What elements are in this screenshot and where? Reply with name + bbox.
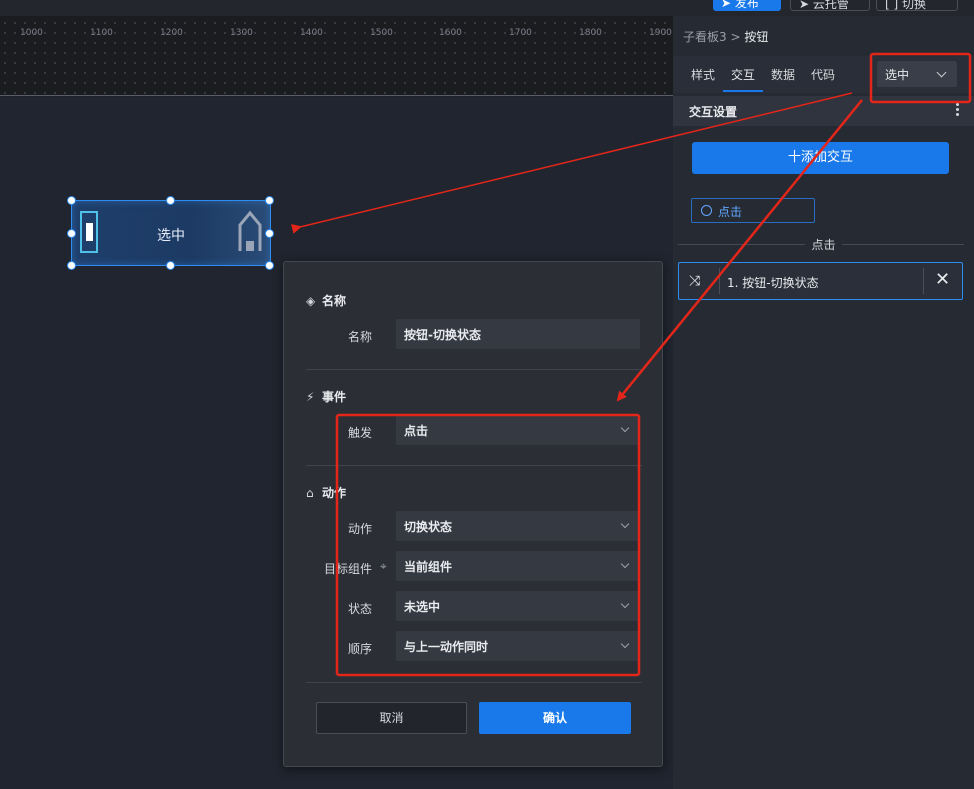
trigger-select[interactable]: 点击 <box>396 415 640 445</box>
resize-handle[interactable] <box>265 196 274 205</box>
section-title: 交互设置 <box>689 105 738 119</box>
state-label: 状态 <box>347 602 372 616</box>
tab-code[interactable]: 代码 <box>811 66 835 83</box>
target-value: 当前组件 <box>404 560 453 574</box>
divider <box>306 682 642 683</box>
add-interaction-button[interactable]: 十添加交互 <box>692 142 949 174</box>
ruler-tick: 1400 <box>300 28 323 38</box>
order-select[interactable]: 与上一动作同时 <box>396 631 640 661</box>
shuffle-icon: ⤨ <box>689 273 701 289</box>
resize-handle[interactable] <box>166 261 175 270</box>
cancel-button[interactable]: 取消 <box>316 702 467 734</box>
switch-label: 切换 <box>902 0 927 11</box>
resize-handle[interactable] <box>265 229 274 238</box>
resize-handle[interactable] <box>67 196 76 205</box>
action-icon: ⌂ <box>306 486 314 500</box>
resize-handle[interactable] <box>265 261 274 270</box>
frame-icon: [ ] <box>885 0 902 11</box>
publish-label: 发布 <box>734 0 759 10</box>
panel-tabs: 样式 交互 数据 代码 选中 <box>673 56 974 93</box>
resize-handle[interactable] <box>67 229 76 238</box>
section-name-header: ◈ 名称 <box>306 292 346 309</box>
click-icon <box>701 205 712 216</box>
breadcrumb-parent[interactable]: 子看板3 <box>683 30 727 44</box>
target-label-text: 目标组件 <box>323 562 372 576</box>
switch-button[interactable]: [ ] 切换 <box>876 0 958 11</box>
name-input[interactable]: 按钮-切换状态 <box>396 319 640 349</box>
breadcrumb-separator: > <box>730 30 741 44</box>
action-select[interactable]: 切换状态 <box>396 511 640 541</box>
breadcrumb-current: 按钮 <box>744 30 769 44</box>
state-select[interactable]: 选中 <box>877 61 957 87</box>
active-tab-indicator <box>723 90 763 92</box>
ruler-tick: 1500 <box>370 28 393 38</box>
action-value: 切换状态 <box>404 520 453 534</box>
interaction-dialog: ◈ 名称 名称 按钮-切换状态 ⚡ 事件 触发 点击 ⌂ 动作 动作 切换状态 目标组… <box>283 261 663 767</box>
divider <box>306 369 642 370</box>
horizontal-ruler: 1000 1100 1200 1300 1400 1500 1600 1700 … <box>0 16 673 96</box>
properties-panel: 子看板3 > 按钮 样式 交互 数据 代码 选中 交互设置 十添加交互 点击 点… <box>673 16 974 789</box>
trigger-label: 触发 <box>347 426 372 440</box>
publish-icon: ➤ <box>721 0 735 10</box>
chevron-down-icon <box>620 599 630 609</box>
section-event-title: 事件 <box>322 390 347 404</box>
order-label: 顺序 <box>347 642 372 656</box>
breadcrumb: 子看板3 > 按钮 <box>683 28 768 45</box>
action-list-item[interactable]: ⤨ 1. 按钮-切换状态 ✕ <box>678 262 963 300</box>
chevron-down-icon <box>620 639 630 649</box>
state-value: 未选中 <box>404 600 441 614</box>
trigger-chip-label: 点击 <box>718 205 743 219</box>
section-action-title: 动作 <box>322 486 347 500</box>
action-item-label: 1. 按钮-切换状态 <box>727 276 819 290</box>
state-select-field[interactable]: 未选中 <box>396 591 640 621</box>
more-options-icon[interactable] <box>956 103 960 118</box>
close-icon[interactable]: ✕ <box>935 269 950 290</box>
name-label: 名称 <box>347 330 372 344</box>
cloud-icon: ➤ <box>799 0 813 11</box>
tab-interaction[interactable]: 交互 <box>731 66 755 83</box>
lightning-icon: ⚡ <box>306 390 315 404</box>
selected-button-component[interactable]: 选中 <box>71 200 271 266</box>
resize-handle[interactable] <box>67 261 76 270</box>
cloud-label: 云托管 <box>812 0 849 11</box>
ruler-tick: 1800 <box>579 28 602 38</box>
resize-handle[interactable] <box>166 196 175 205</box>
separator <box>923 268 924 294</box>
chevron-down-icon <box>620 423 630 433</box>
ruler-tick: 1300 <box>230 28 253 38</box>
top-toolbar: ➤ 发布 ➤ 云托管 [ ] 切换 <box>0 0 974 16</box>
action-label: 动作 <box>347 522 372 536</box>
crosshair-icon[interactable]: ⌖ <box>380 559 387 574</box>
name-value: 按钮-切换状态 <box>404 328 481 342</box>
confirm-button[interactable]: 确认 <box>479 702 631 734</box>
interaction-settings-header: 交互设置 <box>673 96 974 126</box>
state-select-value: 选中 <box>885 68 910 82</box>
section-action-header: ⌂ 动作 <box>306 484 346 501</box>
trigger-chip[interactable]: 点击 <box>691 198 815 223</box>
ruler-tick: 1900 <box>649 28 672 38</box>
trigger-value: 点击 <box>404 424 429 438</box>
order-value: 与上一动作同时 <box>404 640 489 654</box>
cloud-hosting-button[interactable]: ➤ 云托管 <box>790 0 870 11</box>
divider <box>306 465 642 466</box>
house-icon <box>238 210 262 251</box>
ruler-tick: 1600 <box>439 28 462 38</box>
tab-data[interactable]: 数据 <box>771 66 795 83</box>
chevron-down-icon <box>620 559 630 569</box>
chevron-down-icon <box>936 67 947 78</box>
ruler-tick: 1700 <box>509 28 532 38</box>
chevron-down-icon <box>620 519 630 529</box>
ruler-tick: 1100 <box>90 28 113 38</box>
publish-button[interactable]: ➤ 发布 <box>713 0 781 11</box>
tag-icon: ◈ <box>306 294 316 308</box>
ruler-tick: 1000 <box>20 28 43 38</box>
divider-label: 点击 <box>673 236 974 253</box>
separator <box>719 268 720 294</box>
target-select[interactable]: 当前组件 <box>396 551 640 581</box>
section-name-title: 名称 <box>322 294 347 308</box>
tab-style[interactable]: 样式 <box>691 66 715 83</box>
ruler-tick: 1200 <box>160 28 183 38</box>
section-event-header: ⚡ 事件 <box>306 388 346 405</box>
target-label: 目标组件 <box>304 560 372 577</box>
